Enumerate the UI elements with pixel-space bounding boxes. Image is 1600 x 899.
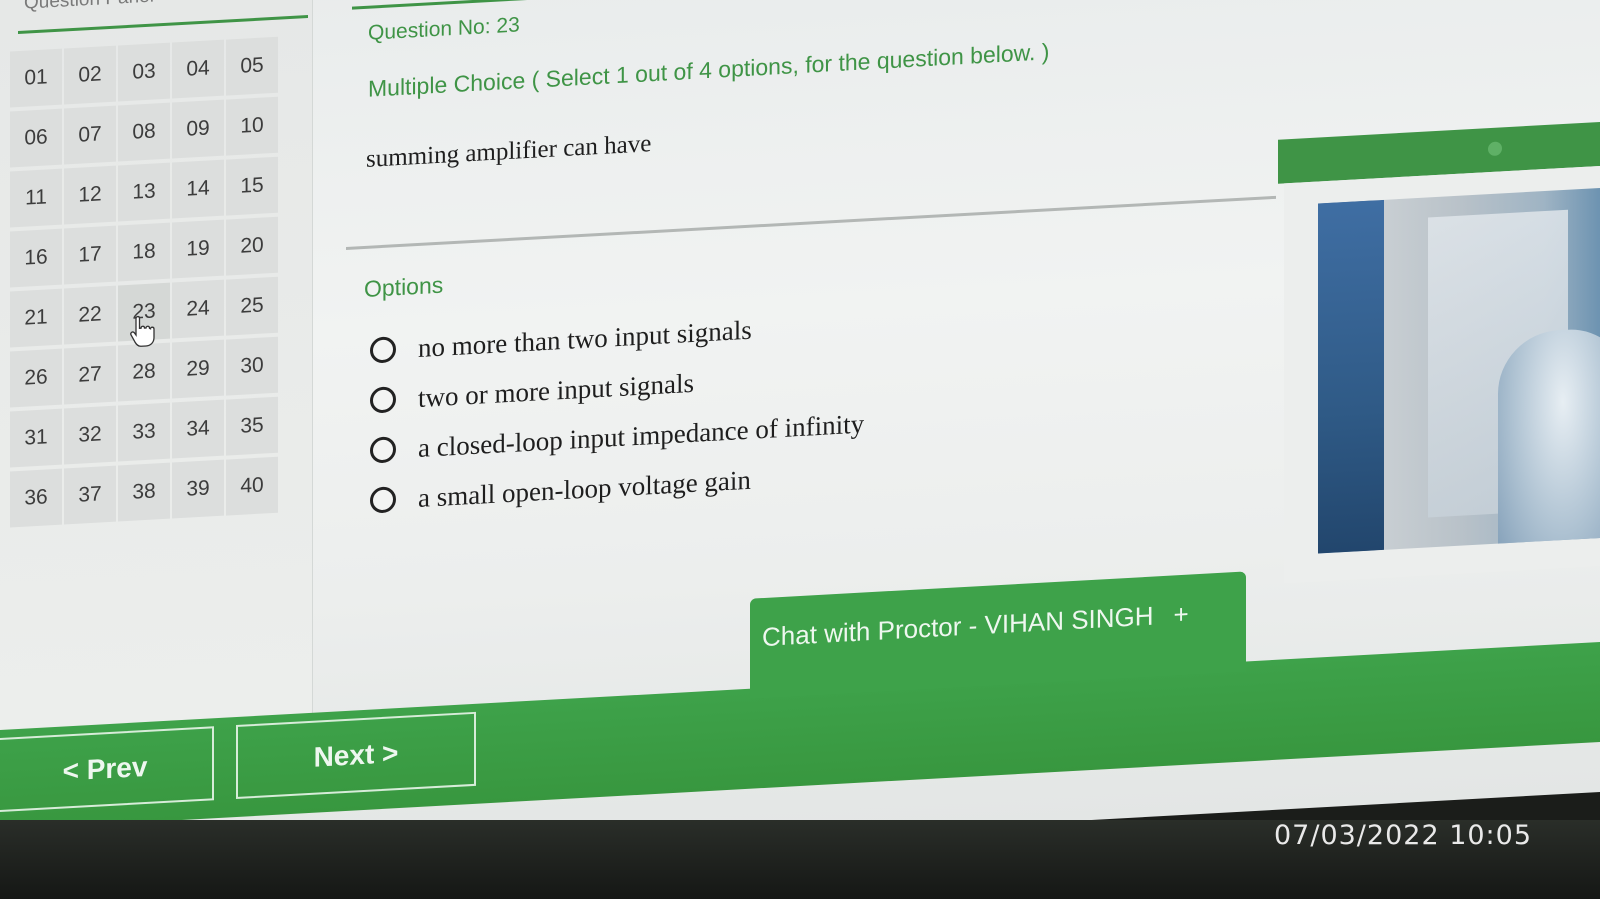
question-number-32[interactable]: 32 (64, 405, 116, 465)
question-number-12[interactable]: 12 (64, 165, 116, 225)
question-number-03[interactable]: 03 (118, 42, 170, 102)
question-number-36[interactable]: 36 (10, 468, 62, 528)
status-dot-icon (1488, 141, 1502, 157)
next-button[interactable]: Next > (236, 711, 476, 800)
question-number-09[interactable]: 09 (172, 99, 224, 159)
option-2-text: two or more input signals (418, 367, 694, 413)
question-number-05[interactable]: 05 (226, 36, 278, 96)
question-number-29[interactable]: 29 (172, 339, 224, 399)
option-4-text: a small open-loop voltage gain (418, 464, 751, 513)
question-number-18[interactable]: 18 (118, 222, 170, 282)
question-number-19[interactable]: 19 (172, 219, 224, 279)
chat-label: Chat with Proctor - VIHAN SINGH (762, 600, 1154, 653)
question-number-15[interactable]: 15 (226, 156, 278, 216)
question-number-13[interactable]: 13 (118, 162, 170, 222)
question-number-02[interactable]: 02 (64, 45, 116, 105)
question-number-37[interactable]: 37 (64, 465, 116, 525)
question-number-26[interactable]: 26 (10, 348, 62, 408)
radio-button-icon[interactable] (370, 436, 396, 464)
question-number-20[interactable]: 20 (226, 216, 278, 276)
webcam-background-door (1318, 199, 1384, 554)
question-type-label: Multiple Choice ( Select 1 out of 4 opti… (368, 38, 1050, 102)
question-number-31[interactable]: 31 (10, 408, 62, 468)
question-number-28[interactable]: 28 (118, 342, 170, 402)
question-number-40[interactable]: 40 (226, 456, 278, 516)
question-text: summing amplifier can have (366, 130, 652, 173)
prev-button[interactable]: < Prev (0, 726, 214, 813)
question-number-10[interactable]: 10 (226, 96, 278, 156)
question-number-06[interactable]: 06 (10, 108, 62, 168)
options-heading: Options (364, 271, 444, 302)
hand-cursor-icon (130, 315, 155, 347)
question-number-label: Question No: 23 (368, 13, 520, 45)
question-number-27[interactable]: 27 (64, 345, 116, 405)
question-number-22[interactable]: 22 (64, 285, 116, 345)
question-number-34[interactable]: 34 (172, 399, 224, 459)
radio-button-icon[interactable] (370, 336, 396, 364)
webcam-feed (1318, 188, 1600, 554)
panel-title-underline (18, 15, 308, 35)
question-number-39[interactable]: 39 (172, 459, 224, 519)
question-number-grid: 01 02 03 04 05 06 07 08 09 10 11 12 13 14 15 16 17 18 19 20… (10, 36, 278, 528)
question-number-24[interactable]: 24 (172, 279, 224, 339)
question-number-07[interactable]: 07 (64, 105, 116, 165)
question-number-21[interactable]: 21 (10, 288, 62, 348)
photo-timestamp: 07/03/2022 10:05 (1274, 820, 1533, 851)
question-number-16[interactable]: 16 (10, 228, 62, 288)
question-number-25[interactable]: 25 (226, 276, 278, 336)
radio-button-icon[interactable] (370, 486, 396, 514)
question-number-30[interactable]: 30 (226, 336, 278, 396)
question-panel: Question Panel 0102030405060708091011121… (0, 0, 313, 741)
question-number-35[interactable]: 35 (226, 396, 278, 456)
webcam-person (1498, 326, 1600, 554)
question-number-38[interactable]: 38 (118, 462, 170, 522)
question-number-14[interactable]: 14 (172, 159, 224, 219)
question-number-17[interactable]: 17 (64, 225, 116, 285)
exam-screen: Question Panel 0102030405060708091011121… (0, 0, 1600, 899)
question-number-01[interactable]: 01 (10, 48, 62, 108)
question-divider (346, 195, 1276, 250)
exam-page: Question Panel 0102030405060708091011121… (0, 0, 1600, 880)
radio-button-icon[interactable] (370, 386, 396, 414)
options-list: no more than two input signals two or mo… (370, 298, 864, 525)
question-panel-title: Question Panel (24, 0, 154, 15)
question-number-33[interactable]: 33 (118, 402, 170, 462)
question-number-04[interactable]: 04 (172, 39, 224, 99)
option-1-text: no more than two input signals (418, 314, 752, 363)
content-top-line (352, 0, 802, 10)
question-number-11[interactable]: 11 (10, 168, 62, 228)
question-number-08[interactable]: 08 (118, 102, 170, 162)
plus-icon[interactable]: + (1174, 599, 1189, 631)
photo-stage: Question Panel 0102030405060708091011121… (0, 0, 1600, 899)
